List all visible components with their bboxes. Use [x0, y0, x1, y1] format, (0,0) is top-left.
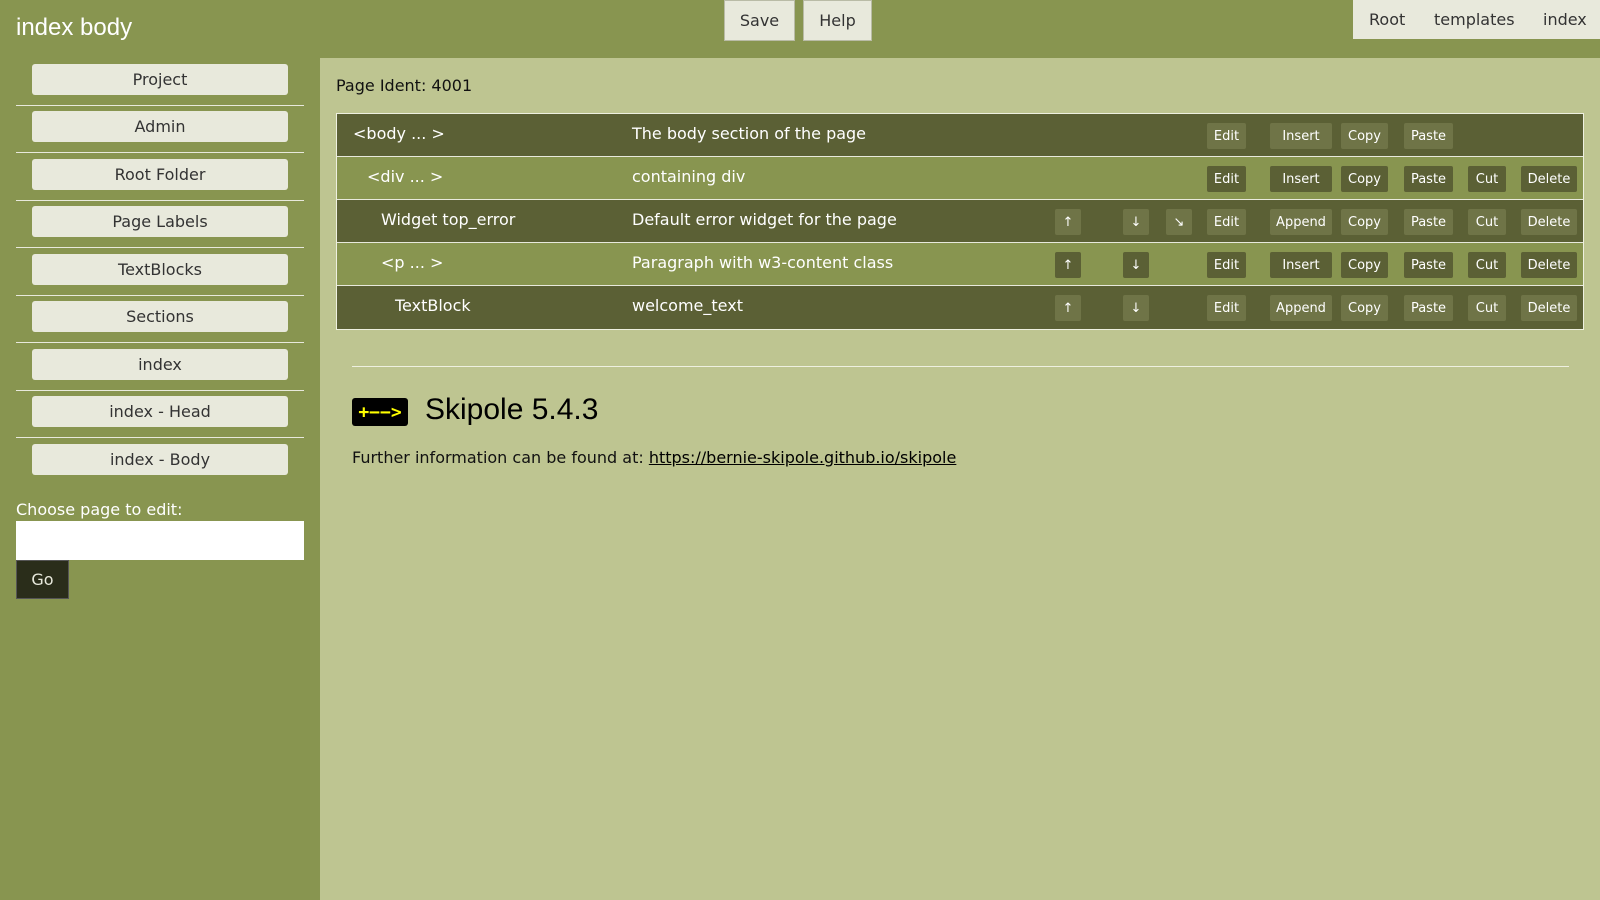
choose-page-label: Choose page to edit:: [16, 500, 183, 519]
sidebar-button-admin[interactable]: Admin: [32, 111, 288, 142]
table-row: Widget top_error Default error widget fo…: [337, 200, 1583, 243]
edit-button[interactable]: Edit: [1207, 166, 1246, 192]
move-down-arrow-icon[interactable]: ↓: [1123, 295, 1149, 321]
insert-button[interactable]: Insert: [1270, 123, 1332, 149]
sidebar-button-index[interactable]: index: [32, 349, 288, 380]
append-button[interactable]: Append: [1270, 295, 1332, 321]
sidebar-item: Project: [16, 58, 304, 106]
sidebar-item: Page Labels: [16, 200, 304, 248]
paste-button[interactable]: Paste: [1404, 209, 1453, 235]
part-description: Default error widget for the page: [632, 210, 897, 229]
move-up-arrow-icon[interactable]: ↑: [1055, 209, 1081, 235]
move-up-arrow-icon[interactable]: ↑: [1055, 252, 1081, 278]
part-description: Paragraph with w3-content class: [632, 253, 894, 272]
copy-button[interactable]: Copy: [1341, 295, 1388, 321]
cut-button[interactable]: Cut: [1468, 209, 1506, 235]
part-name: <p ... >: [381, 253, 444, 272]
sidebar-item: Admin: [16, 105, 304, 153]
sidebar-item: index: [16, 343, 304, 391]
table-row: <body ... > The body section of the page…: [337, 114, 1583, 157]
sidebar-item: index - Head: [16, 390, 304, 438]
part-description: containing div: [632, 167, 746, 186]
move-down-arrow-icon[interactable]: ↓: [1123, 252, 1149, 278]
sidebar-item: Root Folder: [16, 153, 304, 201]
sidebar-item: TextBlocks: [16, 248, 304, 296]
part-name: <body ... >: [353, 124, 445, 143]
app-title: index body: [16, 14, 133, 41]
cut-button[interactable]: Cut: [1468, 295, 1506, 321]
nav-link-templates[interactable]: templates: [1434, 10, 1515, 29]
delete-button[interactable]: Delete: [1521, 295, 1577, 321]
paste-button[interactable]: Paste: [1404, 123, 1453, 149]
cut-button[interactable]: Cut: [1468, 166, 1506, 192]
top-navigation: Root templates index: [1353, 0, 1600, 39]
copy-button[interactable]: Copy: [1341, 123, 1388, 149]
table-row: <p ... > Paragraph with w3-content class…: [337, 243, 1583, 286]
part-description: The body section of the page: [632, 124, 867, 143]
edit-button[interactable]: Edit: [1207, 295, 1246, 321]
sidebar-button-textblocks[interactable]: TextBlocks: [32, 254, 288, 285]
paste-button[interactable]: Paste: [1404, 252, 1453, 278]
insert-button[interactable]: Insert: [1270, 252, 1332, 278]
save-button[interactable]: Save: [724, 0, 795, 41]
delete-button[interactable]: Delete: [1521, 166, 1577, 192]
page-ident: Page Ident: 4001: [336, 76, 473, 95]
delete-button[interactable]: Delete: [1521, 252, 1577, 278]
sidebar-button-root-folder[interactable]: Root Folder: [32, 159, 288, 190]
part-description: welcome_text: [632, 296, 743, 315]
edit-button[interactable]: Edit: [1207, 209, 1246, 235]
copy-button[interactable]: Copy: [1341, 252, 1388, 278]
move-up-arrow-icon[interactable]: ↑: [1055, 295, 1081, 321]
part-name: <div ... >: [367, 167, 444, 186]
part-name: TextBlock: [395, 296, 471, 315]
info-link[interactable]: https://bernie-skipole.github.io/skipole: [649, 448, 957, 467]
sidebar-button-sections[interactable]: Sections: [32, 301, 288, 332]
main-content: Page Ident: 4001 <body ... > The body se…: [320, 58, 1600, 900]
info-line: Further information can be found at: htt…: [352, 448, 956, 467]
sidebar-item: Sections: [16, 295, 304, 343]
table-row: TextBlock welcome_text ↑ ↓ Edit Append C…: [337, 286, 1583, 329]
paste-button[interactable]: Paste: [1404, 166, 1453, 192]
sidebar-button-index-head[interactable]: index - Head: [32, 396, 288, 427]
edit-button[interactable]: Edit: [1207, 123, 1246, 149]
help-button[interactable]: Help: [803, 0, 872, 41]
move-into-arrow-icon[interactable]: ↘: [1166, 209, 1192, 235]
sidebar-item: index - Body: [16, 438, 304, 486]
divider: [352, 366, 1569, 367]
delete-button[interactable]: Delete: [1521, 209, 1577, 235]
version-title: Skipole 5.4.3: [425, 393, 599, 426]
page-ident-input[interactable]: [16, 521, 304, 560]
paste-button[interactable]: Paste: [1404, 295, 1453, 321]
go-button[interactable]: Go: [16, 560, 69, 599]
move-down-arrow-icon[interactable]: ↓: [1123, 209, 1149, 235]
cut-button[interactable]: Cut: [1468, 252, 1506, 278]
edit-button[interactable]: Edit: [1207, 252, 1246, 278]
nav-link-root[interactable]: Root: [1369, 10, 1405, 29]
skipole-logo: +−−>: [352, 398, 408, 426]
sidebar-button-index-body[interactable]: index - Body: [32, 444, 288, 475]
info-text: Further information can be found at:: [352, 448, 649, 467]
sidebar-button-project[interactable]: Project: [32, 64, 288, 95]
part-name: Widget top_error: [381, 210, 516, 229]
copy-button[interactable]: Copy: [1341, 166, 1388, 192]
insert-button[interactable]: Insert: [1270, 166, 1332, 192]
sidebar-button-page-labels[interactable]: Page Labels: [32, 206, 288, 237]
nav-link-index[interactable]: index: [1543, 10, 1587, 29]
table-row: <div ... > containing div Edit Insert Co…: [337, 157, 1583, 200]
sidebar: Project Admin Root Folder Page Labels Te…: [0, 58, 320, 900]
append-button[interactable]: Append: [1270, 209, 1332, 235]
copy-button[interactable]: Copy: [1341, 209, 1388, 235]
part-table: <body ... > The body section of the page…: [336, 113, 1584, 330]
